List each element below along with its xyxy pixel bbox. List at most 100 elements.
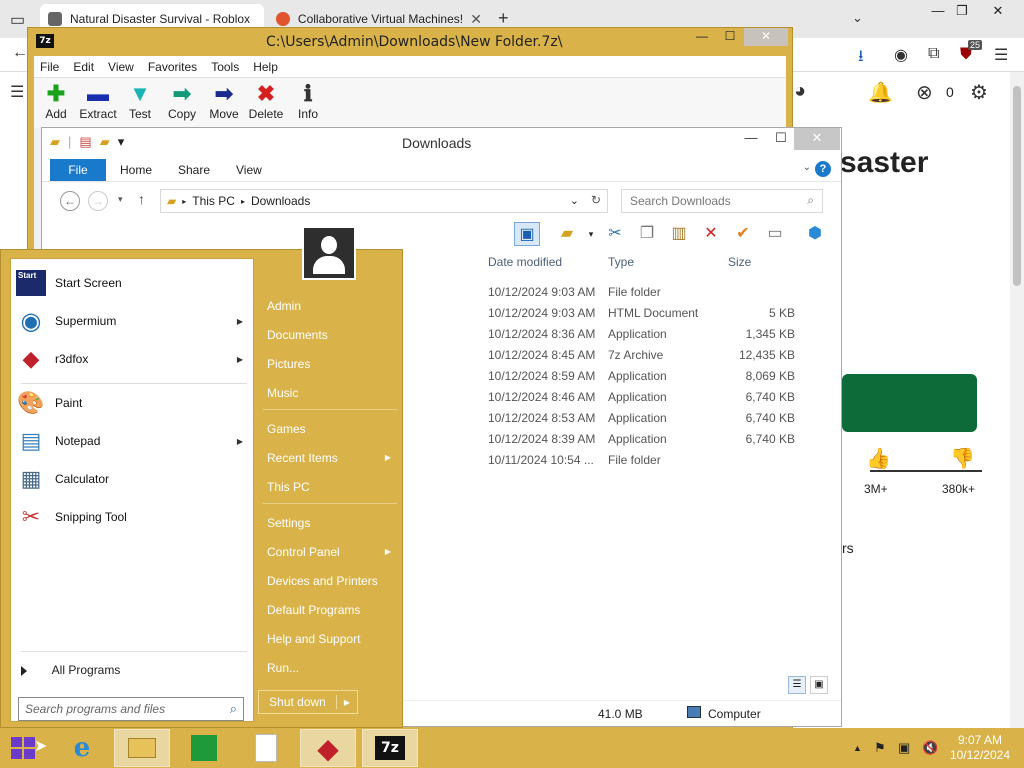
path-this-pc[interactable]: This PC [192, 194, 235, 208]
taskbar-file-explorer[interactable] [114, 729, 170, 767]
cut-icon[interactable]: ✂ [602, 222, 628, 246]
path-chevron-icon[interactable]: ▸ [241, 197, 245, 206]
start-search-input[interactable]: Search programs and files ⌕ [18, 697, 244, 721]
explorer-minimize-button[interactable]: — [736, 128, 766, 150]
menu-view[interactable]: View [102, 60, 140, 74]
column-size[interactable]: Size [728, 255, 751, 269]
copy-icon[interactable]: ❐ [634, 222, 660, 246]
column-date-modified[interactable]: Date modified [488, 255, 562, 269]
settings-gear-icon[interactable]: ⚙ [970, 80, 988, 105]
start-link-recent-items[interactable]: Recent Items ▶ [263, 445, 399, 471]
taskbar-7zip[interactable]: 7z [362, 729, 418, 767]
block-icon[interactable]: ⊗ [916, 80, 933, 105]
table-row[interactable]: 10/12/2024 9:03 AM File folder [482, 282, 832, 303]
copy-button[interactable]: ➡ Copy [160, 82, 204, 122]
tab-view[interactable]: View [226, 159, 272, 181]
start-link-run[interactable]: Run... [263, 655, 399, 681]
new-folder-icon[interactable]: ▰ [100, 134, 110, 150]
table-row[interactable]: 10/12/2024 8:46 AM Application 6,740 KB [482, 387, 832, 408]
browser-scrollbar[interactable] [1010, 72, 1024, 728]
qat-dropdown-icon[interactable]: ▾ [118, 134, 125, 150]
robux-icon[interactable]: ◕ [794, 80, 806, 103]
play-button[interactable] [842, 374, 977, 432]
browser-maximize-button[interactable]: ❐ [944, 0, 980, 24]
column-type[interactable]: Type [608, 255, 634, 269]
rename-icon[interactable]: ▭ [762, 222, 788, 246]
path-chevron-icon[interactable]: ▸ [182, 197, 186, 206]
shutdown-button[interactable]: Shut down ▶ [258, 690, 358, 714]
start-item-supermium[interactable]: ◉ Supermium ▶ [11, 303, 253, 339]
show-hidden-icons-chevron-icon[interactable]: ▲ [853, 743, 862, 753]
checkmark-icon[interactable]: ✔ [730, 222, 756, 246]
download-icon[interactable]: ⭳ [858, 45, 864, 72]
extensions-icon[interactable]: ⧉ [928, 45, 939, 63]
extract-button[interactable]: ▬ Extract [76, 82, 120, 122]
taskbar-r3dfox[interactable]: ◆ [300, 729, 356, 767]
table-row[interactable]: 10/12/2024 8:59 AM Application 8,069 KB [482, 366, 832, 387]
hamburger-icon[interactable]: ☰ [10, 82, 24, 102]
new-tab-button[interactable]: + [498, 8, 509, 29]
start-link-this-pc[interactable]: This PC [263, 474, 399, 500]
action-center-flag-icon[interactable]: ⚑ [874, 740, 886, 756]
details-view-button[interactable]: ☰ [788, 676, 806, 694]
start-link-help-support[interactable]: Help and Support [263, 626, 399, 652]
start-link-music[interactable]: Music [263, 380, 399, 406]
large-icons-view-button[interactable]: ▣ [810, 676, 828, 694]
thumbs-down-icon[interactable]: 👎 [950, 446, 975, 471]
thumbs-up-icon[interactable]: 👍 [866, 446, 891, 471]
shutdown-options-arrow-icon[interactable]: ▶ [337, 698, 357, 707]
address-dropdown-icon[interactable]: ⌄ [570, 194, 579, 207]
info-button[interactable]: ℹ Info [286, 82, 330, 122]
options-dropdown-icon[interactable]: ▾ [578, 222, 604, 246]
help-icon[interactable]: ? [815, 161, 831, 177]
menu-help[interactable]: Help [247, 60, 284, 74]
tab-home[interactable]: Home [110, 159, 162, 181]
search-input[interactable]: Search Downloads ⌕ [621, 189, 823, 213]
tab-file[interactable]: File [50, 159, 106, 181]
start-item-snipping-tool[interactable]: ✂ Snipping Tool [11, 499, 253, 535]
start-link-control-panel[interactable]: Control Panel ▶ [263, 539, 399, 565]
close-tab-icon[interactable]: ✕ [470, 11, 482, 28]
move-button[interactable]: ➡ Move [202, 82, 246, 122]
tab-overview-icon[interactable]: ▭ [10, 10, 25, 30]
notification-bell-icon[interactable]: 🔔 [868, 80, 893, 105]
browser-close-button[interactable]: ✕ [980, 0, 1016, 24]
table-row[interactable]: 10/12/2024 9:03 AM HTML Document 5 KB [482, 303, 832, 324]
table-row[interactable]: 10/12/2024 8:45 AM 7z Archive 12,435 KB [482, 345, 832, 366]
globe-icon[interactable]: ⬢ [802, 222, 828, 246]
sevenzip-close-button[interactable]: ✕ [744, 28, 788, 46]
taskbar-notepad[interactable] [238, 729, 294, 767]
recent-locations-icon[interactable]: ▾ [118, 194, 123, 205]
properties-icon[interactable]: ▤ [79, 134, 91, 150]
address-bar[interactable]: ▰ ▸ This PC ▸ Downloads ⌄ ↻ [160, 189, 608, 213]
paste-icon[interactable]: ▥ [666, 222, 692, 246]
up-arrow-icon[interactable]: ↑ [138, 191, 145, 207]
all-programs-button[interactable]: All Programs [21, 663, 120, 677]
tab-share[interactable]: Share [168, 159, 220, 181]
back-arrow-icon[interactable]: ← [12, 44, 28, 62]
start-link-games[interactable]: Games [263, 416, 399, 442]
start-item-calculator[interactable]: ▦ Calculator [11, 461, 253, 497]
start-item-paint[interactable]: 🎨 Paint [11, 385, 253, 421]
table-row[interactable]: 10/12/2024 8:39 AM Application 6,740 KB [482, 429, 832, 450]
taskbar-store[interactable] [176, 729, 232, 767]
table-row[interactable]: 10/11/2024 10:54 ... File folder [482, 450, 832, 471]
start-link-documents[interactable]: Documents [263, 322, 399, 348]
scrollbar-thumb[interactable] [1013, 86, 1021, 286]
menu-icon[interactable]: ☰ [994, 45, 1008, 65]
menu-edit[interactable]: Edit [67, 60, 100, 74]
start-link-settings[interactable]: Settings [263, 510, 399, 536]
menu-file[interactable]: File [34, 60, 65, 74]
menu-favorites[interactable]: Favorites [142, 60, 203, 74]
user-avatar[interactable] [302, 226, 356, 280]
add-button[interactable]: ✚ Add [34, 82, 78, 122]
start-link-devices-printers[interactable]: Devices and Printers [263, 568, 399, 594]
test-button[interactable]: ▼ Test [118, 82, 162, 122]
sevenzip-titlebar[interactable]: 7z C:\Users\Admin\Downloads\New Folder.7… [28, 28, 792, 56]
refresh-icon[interactable]: ↻ [591, 193, 601, 207]
tab-list-chevron-icon[interactable]: ⌄ [852, 10, 863, 26]
volume-muted-icon[interactable]: 🔇 [922, 740, 938, 756]
explorer-maximize-button[interactable]: ☐ [766, 128, 796, 150]
folder-options-icon[interactable]: ▰ [554, 222, 580, 246]
sevenzip-maximize-button[interactable]: ☐ [716, 28, 744, 46]
